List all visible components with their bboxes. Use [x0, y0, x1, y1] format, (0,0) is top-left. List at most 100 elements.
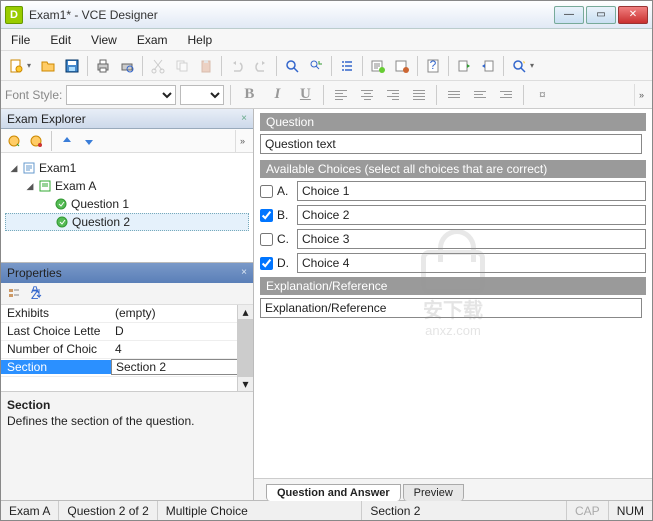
- choice-row-2: C.: [260, 229, 646, 249]
- question-icon: [55, 215, 69, 229]
- move-down-icon[interactable]: [80, 132, 98, 150]
- preview-button[interactable]: [508, 55, 530, 77]
- choice-text-1[interactable]: [297, 205, 646, 225]
- properties-header: Properties ×: [1, 263, 253, 283]
- move-up-icon[interactable]: [58, 132, 76, 150]
- collapse-icon[interactable]: ◢: [25, 181, 35, 191]
- tab-preview[interactable]: Preview: [403, 484, 464, 501]
- paste-button[interactable]: [195, 55, 217, 77]
- new-dropdown[interactable]: ▾: [27, 61, 35, 70]
- add-section-icon[interactable]: [5, 132, 23, 150]
- prop-row-numchoice[interactable]: Number of Choic4: [1, 341, 253, 359]
- prop-desc-body: Defines the section of the question.: [7, 414, 247, 428]
- collapse-icon[interactable]: ◢: [9, 163, 19, 173]
- help-button[interactable]: ?: [422, 55, 444, 77]
- underline-button[interactable]: U: [293, 84, 317, 106]
- menu-view[interactable]: View: [87, 31, 121, 49]
- cut-button[interactable]: [147, 55, 169, 77]
- question-section-header: Question: [260, 113, 646, 131]
- choice-checkbox-0[interactable]: [260, 185, 273, 198]
- list-button[interactable]: [336, 55, 358, 77]
- font-size-select[interactable]: [180, 85, 224, 105]
- prop-row-exhibits[interactable]: Exhibits(empty): [1, 305, 253, 323]
- copy-button[interactable]: [171, 55, 193, 77]
- categorized-icon[interactable]: [5, 284, 23, 302]
- tree-question-2[interactable]: Question 2: [5, 213, 249, 231]
- choice-text-2[interactable]: [297, 229, 646, 249]
- italic-button[interactable]: I: [265, 84, 289, 106]
- align-left-button[interactable]: [330, 84, 352, 106]
- maximize-button[interactable]: ▭: [586, 6, 616, 24]
- properties-grid[interactable]: Exhibits(empty) Last Choice LetteD Numbe…: [1, 305, 253, 391]
- tree-question-1[interactable]: Question 1: [5, 195, 249, 213]
- redo-button[interactable]: [250, 55, 272, 77]
- tree-root[interactable]: ◢ Exam1: [5, 159, 249, 177]
- alphabetical-icon[interactable]: AZ: [27, 284, 45, 302]
- editor-tabs: Question and Answer Preview: [254, 478, 652, 500]
- menu-help[interactable]: Help: [184, 31, 217, 49]
- minimize-button[interactable]: ―: [554, 6, 584, 24]
- tab-question-answer[interactable]: Question and Answer: [266, 484, 401, 501]
- choice-text-3[interactable]: [297, 253, 646, 273]
- font-style-label: Font Style:: [5, 88, 62, 102]
- explanation-input[interactable]: [260, 298, 642, 318]
- choice-label-0: A.: [277, 184, 293, 198]
- toolbar-overflow[interactable]: »: [634, 84, 648, 106]
- exam-explorer-header: Exam Explorer ×: [1, 109, 253, 129]
- indent-button[interactable]: [495, 84, 517, 106]
- question-text-input[interactable]: [260, 134, 642, 154]
- exam-tree[interactable]: ◢ Exam1 ◢ Exam A Question 1 Question 2: [1, 153, 253, 263]
- align-center-button[interactable]: [356, 84, 378, 106]
- choice-checkbox-1[interactable]: [260, 209, 273, 222]
- align-justify-button[interactable]: [408, 84, 430, 106]
- explorer-overflow[interactable]: »: [235, 130, 249, 152]
- tree-section[interactable]: ◢ Exam A: [5, 177, 249, 195]
- print-preview-button[interactable]: [116, 55, 138, 77]
- prop-desc-title: Section: [7, 398, 247, 412]
- menubar: File Edit View Exam Help: [1, 29, 652, 51]
- import-button[interactable]: [453, 55, 475, 77]
- question-icon: [54, 197, 68, 211]
- choice-checkbox-2[interactable]: [260, 233, 273, 246]
- symbol-button[interactable]: ¤: [530, 84, 554, 106]
- close-button[interactable]: ✕: [618, 6, 648, 24]
- insert-question-button[interactable]: [367, 55, 389, 77]
- print-button[interactable]: [92, 55, 114, 77]
- undo-button[interactable]: [226, 55, 248, 77]
- main-toolbar: ▾ ? ▾: [1, 51, 652, 81]
- bullet-list-button[interactable]: [443, 84, 465, 106]
- insert-option-button[interactable]: [391, 55, 413, 77]
- tree-q2-label: Question 2: [72, 215, 130, 229]
- replace-button[interactable]: [305, 55, 327, 77]
- titlebar: D Exam1* - VCE Designer ― ▭ ✕: [1, 1, 652, 29]
- properties-close[interactable]: ×: [241, 267, 247, 278]
- question-editor: Question Available Choices (select all c…: [254, 109, 652, 478]
- open-button[interactable]: [37, 55, 59, 77]
- menu-file[interactable]: File: [7, 31, 34, 49]
- outdent-button[interactable]: [469, 84, 491, 106]
- find-button[interactable]: [281, 55, 303, 77]
- export-button[interactable]: [477, 55, 499, 77]
- properties-scrollbar[interactable]: ▴▾: [237, 305, 253, 391]
- choice-text-0[interactable]: [297, 181, 646, 201]
- preview-dropdown[interactable]: ▾: [530, 61, 538, 70]
- exam-explorer-close[interactable]: ×: [241, 113, 247, 124]
- prop-row-section[interactable]: SectionSection 2▼: [1, 359, 253, 377]
- properties-description: Section Defines the section of the quest…: [1, 391, 253, 501]
- prop-row-lastchoice[interactable]: Last Choice LetteD: [1, 323, 253, 341]
- choice-row-0: A.: [260, 181, 646, 201]
- bold-button[interactable]: B: [237, 84, 261, 106]
- new-button[interactable]: [5, 55, 27, 77]
- choice-label-2: C.: [277, 232, 293, 246]
- svg-text:Z: Z: [31, 288, 38, 300]
- menu-edit[interactable]: Edit: [46, 31, 75, 49]
- save-button[interactable]: [61, 55, 83, 77]
- choices-section-header: Available Choices (select all choices th…: [260, 160, 646, 178]
- choice-checkbox-3[interactable]: [260, 257, 273, 270]
- align-right-button[interactable]: [382, 84, 404, 106]
- font-family-select[interactable]: [66, 85, 176, 105]
- tree-root-label: Exam1: [39, 161, 76, 175]
- menu-exam[interactable]: Exam: [133, 31, 172, 49]
- section-icon: [38, 179, 52, 193]
- add-question-icon[interactable]: [27, 132, 45, 150]
